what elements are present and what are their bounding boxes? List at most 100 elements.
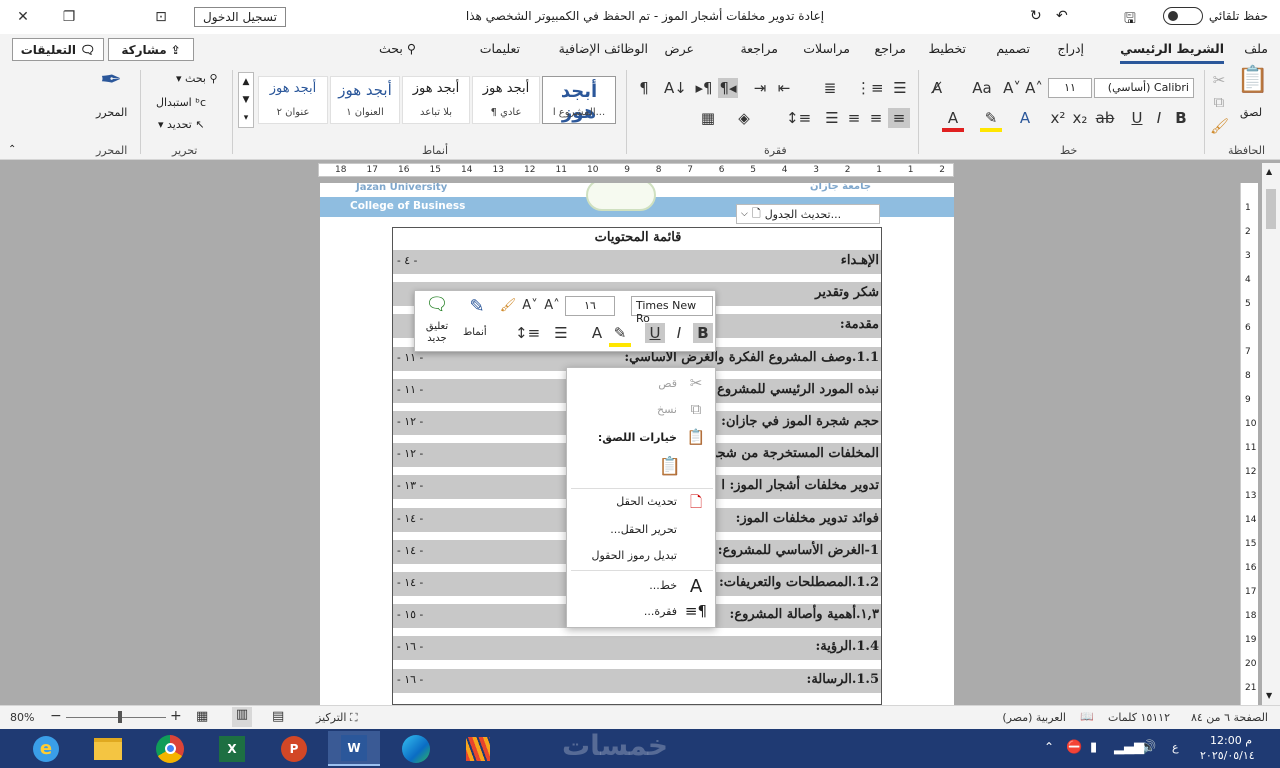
bullets-icon[interactable]: ☰: [551, 323, 571, 343]
line-spacing-icon[interactable]: ↕≡: [515, 323, 540, 343]
subscript-icon[interactable]: x₂: [1070, 108, 1090, 128]
change-case-icon[interactable]: Aa: [970, 78, 994, 98]
paste-button[interactable]: لصق: [1240, 106, 1262, 119]
ribbon-display-icon[interactable]: ⊡: [138, 0, 184, 34]
ie-icon[interactable]: e: [20, 731, 72, 766]
show-marks-icon[interactable]: ¶: [634, 78, 654, 98]
battery-icon[interactable]: ▮: [1090, 740, 1097, 755]
shading-icon[interactable]: ◈: [734, 108, 754, 128]
signin-button[interactable]: تسجيل الدخول: [194, 7, 286, 27]
style-project[interactable]: أبجد هوز المشروع ا...: [542, 76, 616, 124]
bold-icon[interactable]: B: [693, 323, 713, 343]
document-title[interactable]: إعادة تدوير مخلفات أشجار الموز - تم الحف…: [460, 9, 830, 23]
app-icon[interactable]: [452, 731, 504, 766]
borders-icon[interactable]: ▦: [698, 108, 718, 128]
sort-icon[interactable]: A↓: [664, 78, 687, 98]
align-center-icon[interactable]: ≡: [866, 108, 886, 128]
print-layout-icon[interactable]: ▥: [232, 707, 252, 727]
tab-search[interactable]: بحث ⚲: [379, 41, 416, 56]
zoom-in-icon[interactable]: +: [170, 708, 182, 724]
ltr-direction-icon[interactable]: ▸¶: [694, 78, 714, 98]
shrink-font-icon[interactable]: A˅: [1002, 78, 1022, 98]
update-field-menu-item[interactable]: 🗋 تحديث الحقل: [567, 488, 717, 516]
style-heading-1[interactable]: أبجد هوز العنوان ١: [330, 76, 400, 124]
highlight-icon[interactable]: ✎: [609, 323, 631, 347]
zoom-slider-thumb[interactable]: [118, 711, 122, 723]
tab-addins[interactable]: الوظائف الإضافية: [559, 41, 648, 56]
tab-home[interactable]: الشريط الرئيسي: [1120, 41, 1224, 64]
comments-button[interactable]: التعليقات 🗨: [12, 38, 104, 61]
find-button[interactable]: ⚲ بحث ▾: [176, 72, 218, 85]
horizontal-ruler[interactable]: 2 1 1 2 3 4 5 6 7 8 9 10 11 12 13 14 15 16 17 18: [318, 163, 954, 177]
align-right-icon[interactable]: ≡: [888, 108, 910, 128]
underline-icon[interactable]: U: [645, 323, 665, 343]
clock-time[interactable]: 12:00 م: [1210, 734, 1252, 747]
toggle-field-codes-menu-item[interactable]: تبديل رموز الحقول: [567, 542, 717, 570]
format-painter-icon[interactable]: 🖌: [1210, 116, 1229, 136]
autosave[interactable]: حفظ تلقائي: [1162, 7, 1268, 25]
read-mode-icon[interactable]: ▦: [196, 709, 208, 724]
redo-icon[interactable]: ↻: [1030, 8, 1042, 24]
multilevel-list-icon[interactable]: ≣: [820, 78, 840, 98]
new-comment-icon[interactable]: 🗨: [423, 295, 451, 315]
clear-formatting-icon[interactable]: A̸: [926, 78, 948, 98]
style-no-spacing[interactable]: أبجد هوز بلا تباعد: [402, 76, 470, 124]
zoom-out-icon[interactable]: −: [50, 708, 62, 724]
cut-icon[interactable]: ✂: [1210, 70, 1228, 90]
paragraph-menu-item[interactable]: ¶≡ فقرة...: [567, 598, 717, 626]
toc-row[interactable]: 1.5.الرسالة: - ١٦ -: [393, 668, 881, 693]
replace-button[interactable]: ᵇc استبدال: [156, 96, 206, 109]
share-button[interactable]: مشاركة ⇪: [108, 38, 194, 61]
tray-expand-icon[interactable]: ⌃: [1044, 740, 1054, 754]
paste-text-only-icon[interactable]: 📋: [657, 456, 683, 482]
tab-view[interactable]: عرض: [665, 41, 694, 56]
line-spacing-icon[interactable]: ↕≡: [786, 108, 811, 128]
font-size-dropdown[interactable]: ١١: [1048, 78, 1092, 98]
select-button[interactable]: ↖ تحديد ▾: [158, 118, 205, 131]
superscript-icon[interactable]: x²: [1048, 108, 1068, 128]
vertical-scrollbar[interactable]: ▲ ▼: [1262, 163, 1280, 705]
mini-styles-label[interactable]: أنماط: [463, 327, 487, 338]
shrink-font-icon[interactable]: A˅: [521, 296, 539, 316]
editor-button[interactable]: المحرر: [96, 106, 127, 119]
style-normal[interactable]: أبجد هوز ¶ عادي: [472, 76, 540, 124]
grow-font-icon[interactable]: A˄: [1024, 78, 1044, 98]
bullets-icon[interactable]: ☰: [890, 78, 910, 98]
vertical-ruler[interactable]: 1 2 3 4 5 6 7 8 9 10 11 12 13 14 15 16 17 18 19 20 21: [1240, 183, 1258, 705]
security-icon[interactable]: ⛔: [1066, 740, 1082, 755]
increase-indent-icon[interactable]: ⇥: [750, 78, 770, 98]
italic-icon[interactable]: I: [1150, 108, 1168, 128]
proofing-icon[interactable]: 📖: [1080, 710, 1094, 723]
web-layout-icon[interactable]: ▤: [272, 709, 284, 724]
zoom-level[interactable]: 80%: [10, 711, 34, 724]
cut-menu-item[interactable]: ✂ قص: [567, 370, 717, 398]
format-painter-icon[interactable]: 🖌: [499, 296, 517, 316]
close-icon[interactable]: ✕: [0, 0, 46, 34]
toc-row[interactable]: 1.4.الرؤية: - ١٦ -: [393, 636, 881, 661]
font-color-icon[interactable]: A: [942, 108, 964, 132]
copy-icon[interactable]: ⧉: [1210, 92, 1228, 112]
tab-review[interactable]: مراجعة: [740, 41, 778, 56]
word-count[interactable]: ١٥١١٢ كلمات: [1108, 711, 1170, 724]
focus-button[interactable]: التركيز ⛶: [316, 711, 358, 725]
clock-date[interactable]: ٢٠٢٥/٠٥/١٤: [1200, 749, 1255, 762]
tab-layout[interactable]: تخطيط: [929, 41, 966, 56]
edit-field-menu-item[interactable]: تحرير الحقل...: [567, 516, 717, 544]
styles-scroll[interactable]: ▲ ▼ ▾: [238, 72, 254, 128]
scroll-down-icon[interactable]: ▼: [1266, 691, 1272, 700]
tab-references[interactable]: مراجع: [875, 41, 906, 56]
autosave-toggle[interactable]: [1162, 7, 1203, 25]
collapse-ribbon-icon[interactable]: ⌃: [8, 144, 16, 155]
italic-icon[interactable]: I: [669, 323, 689, 343]
decrease-indent-icon[interactable]: ⇤: [774, 78, 794, 98]
grow-font-icon[interactable]: A˄: [543, 296, 561, 316]
font-color-icon[interactable]: A: [587, 323, 607, 343]
tab-design[interactable]: تصميم: [996, 41, 1030, 56]
tab-help[interactable]: تعليمات: [480, 41, 520, 56]
update-table-button[interactable]: ⌵ 🗋 تحديث الجدول...: [736, 204, 880, 224]
styles-icon[interactable]: ✎: [465, 297, 489, 317]
style-heading-2[interactable]: أبجد هوز عنوان ٢: [258, 76, 328, 124]
strikethrough-icon[interactable]: ab: [1094, 108, 1116, 128]
font-menu-item[interactable]: A خط...: [567, 572, 717, 600]
tab-file[interactable]: ملف: [1244, 41, 1268, 56]
